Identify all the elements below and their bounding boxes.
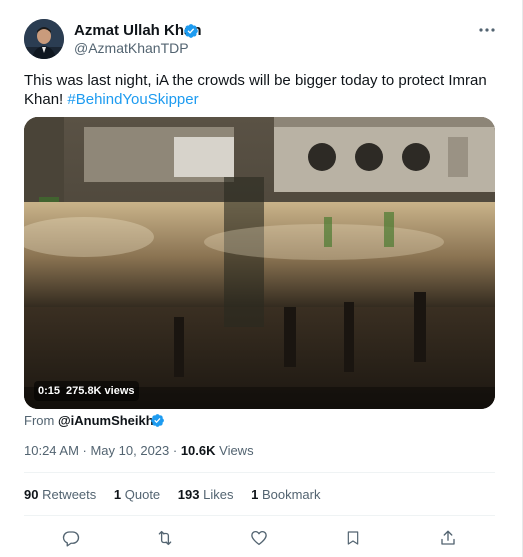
likes-label: Likes [199,487,234,502]
reply-button[interactable] [60,527,82,549]
video-views: 275.8K views [66,385,135,397]
source-handle-link[interactable]: @iAnumSheikh [58,413,154,428]
retweet-button[interactable] [154,527,176,549]
divider [24,472,495,473]
heart-icon [251,530,267,546]
quotes-label: Quote [121,487,161,502]
more-dots-icon[interactable] [476,22,498,38]
bookmark-button[interactable] [342,527,364,549]
bookmark-icon [347,531,359,545]
video-duration: 0:15 [38,385,61,397]
timestamp-link[interactable]: 10:24 AM · May 10, 2023 · [24,443,181,458]
retweet-icon [158,530,172,546]
views-label: Views [215,443,254,458]
video-player[interactable] [24,117,495,409]
author-handle[interactable]: @AzmatKhanTDP [74,40,189,56]
likes-stat[interactable]: 193 Likes [178,487,234,502]
retweets-count: 90 [24,487,39,502]
tweet-text: This was last night, iA the crowds will … [24,71,494,109]
bookmarks-stat[interactable]: 1 Bookmark [251,487,320,502]
verified-badge-icon [151,414,164,427]
retweets-label: Retweets [38,487,97,502]
likes-count: 193 [177,487,200,502]
share-icon [441,530,455,545]
source-attribution: From @iAnumSheikh [24,413,154,429]
engagement-stats: 90 Retweets 1 Quote 193 Likes 1 Bookmark [24,487,334,503]
bookmarks-label: Bookmark [258,487,321,502]
share-button[interactable] [437,527,459,549]
reply-icon [62,531,80,547]
hashtag-link[interactable]: #BehindYouSkipper [67,91,198,108]
quotes-stat[interactable]: 1 Quote [114,487,160,502]
divider [24,515,495,516]
views-count: 10.6K [180,443,216,458]
tweet-card: Azmat Ullah Khan @AzmatKhanTDP This was … [0,0,523,557]
timestamp-row: 10:24 AM · May 10, 2023 · 10.6K Views [24,443,254,459]
like-button[interactable] [248,527,270,549]
author-avatar[interactable] [24,19,64,59]
video-frame-image [24,117,495,409]
retweets-stat[interactable]: 90 Retweets [24,487,96,502]
video-overlay: 0:15 275.8K views [34,381,139,401]
verified-badge-icon [184,24,198,38]
source-prefix: From [24,413,58,428]
